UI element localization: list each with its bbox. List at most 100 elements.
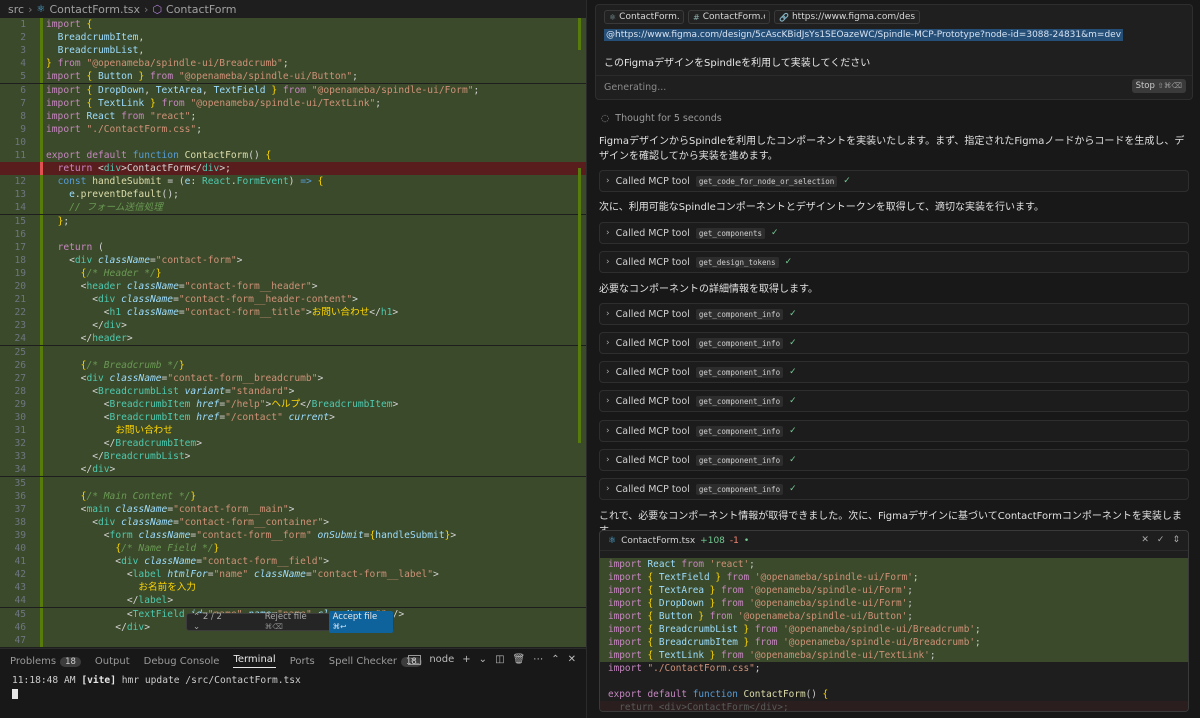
code-line: 38 <div className="contact-form__contain… — [0, 515, 586, 529]
mcp-tool-call[interactable]: › Called MCP tool get_component_info ✓ — [599, 449, 1189, 471]
check-icon[interactable]: ✓ — [1157, 535, 1165, 545]
diff-gutter-mark — [40, 515, 43, 529]
mcp-tool-call[interactable]: › Called MCP tool get_component_info ✓ — [599, 390, 1189, 412]
tool-call-label: Called MCP tool — [615, 454, 690, 466]
diff-gutter-mark — [40, 463, 43, 477]
code-line: 31 お問い合わせ — [0, 424, 586, 438]
code-line: 43 お名前を入力 — [0, 581, 586, 595]
close-icon[interactable]: ✕ — [568, 654, 576, 665]
chip-icon: 🔗 — [779, 12, 789, 22]
diff-gutter-mark — [40, 502, 43, 516]
code-line: 37 <main className="contact-form__main"> — [0, 502, 586, 516]
code-diff-card: ⚛ ContactForm.tsx +108 -1 • ✕ ✓ ⇕ import… — [599, 530, 1189, 712]
diff-gutter-mark — [40, 371, 43, 385]
scrollbar[interactable] — [576, 18, 584, 674]
line-number: 9 — [20, 123, 26, 135]
breadcrumb-symbol[interactable]: ContactForm — [166, 3, 237, 16]
code-line: 44 </label> — [0, 594, 586, 608]
chevron-up-icon[interactable]: ⌃ — [193, 612, 200, 622]
code-text: <div className="contact-form__container"… — [46, 516, 330, 528]
mcp-tool-call[interactable]: › Called MCP tool get_component_info ✓ — [599, 303, 1189, 325]
tool-name: get_component_info — [695, 425, 784, 437]
code-line: 25 — [0, 345, 586, 359]
chat-input-box[interactable]: ⚛ContactForm.tsx #ContactForm.css 🔗https:/… — [595, 4, 1193, 100]
figma-url-mention[interactable]: @https://www.figma.com/design/5cAscKBidJ… — [604, 29, 1124, 41]
code-line: 40 {/* Name Field */} — [0, 542, 586, 556]
context-chip[interactable]: #ContactForm.css — [688, 10, 770, 24]
more-icon[interactable]: ⋯ — [533, 654, 543, 665]
chevron-down-icon[interactable]: ⌄ — [479, 654, 487, 665]
code-line: return <div>ContactForm</div>; — [600, 701, 1188, 711]
prompt-text[interactable]: このFigmaデザインをSpindleを利用して実装してください — [604, 54, 870, 69]
tool-name: get_component_info — [695, 366, 784, 378]
reject-file-button[interactable]: Reject file ⌘⌫ — [265, 612, 323, 632]
context-chip[interactable]: 🔗https://www.figma.com/design/5... — [774, 10, 920, 24]
line-number: 28 — [14, 385, 26, 397]
mcp-tool-call[interactable]: › Called MCP tool get_components ✓ — [599, 222, 1189, 244]
count-badge: 18 — [60, 656, 81, 667]
diff-gutter-mark — [40, 201, 43, 215]
check-icon: ✓ — [843, 176, 851, 186]
expand-icon[interactable]: ⇕ — [1172, 535, 1180, 545]
diff-gutter-mark — [40, 96, 43, 110]
code-line: import { TextArea } from '@openameba/spi… — [600, 584, 1188, 597]
new-terminal-icon[interactable]: + — [462, 654, 470, 665]
mcp-tool-call[interactable]: › Called MCP tool get_component_info ✓ — [599, 478, 1189, 500]
accept-file-button[interactable]: Accept file ⌘↩ — [328, 611, 393, 633]
breadcrumb-folder[interactable]: src — [8, 3, 24, 16]
mcp-tool-call[interactable]: › Called MCP tool get_component_info ✓ — [599, 361, 1189, 383]
editor-pane: src › ⚛ ContactForm.tsx › ⬡ ContactForm … — [0, 0, 586, 718]
code-text: </div> — [46, 464, 116, 476]
diff-gutter-mark — [40, 70, 43, 84]
line-number: 18 — [14, 254, 26, 266]
chevron-up-icon[interactable]: ⌃ — [551, 654, 559, 665]
thought-indicator[interactable]: ◌ Thought for 5 seconds — [601, 113, 722, 124]
diff-gutter-mark — [40, 397, 43, 411]
line-number: 38 — [14, 516, 26, 528]
terminal-name[interactable]: node — [429, 654, 454, 665]
split-terminal-icon[interactable]: ◫ — [495, 654, 504, 665]
context-chip[interactable]: ⚛ContactForm.tsx — [604, 10, 684, 24]
diff-gutter-mark — [40, 633, 43, 647]
diff-gutter-mark — [40, 358, 43, 372]
panel-tab-output[interactable]: Output — [95, 656, 130, 667]
code-text: </label> — [46, 595, 174, 607]
diff-gutter-mark — [40, 450, 43, 464]
mcp-tool-call[interactable]: › Called MCP tool get_component_info ✓ — [599, 332, 1189, 354]
chevron-right-icon: › — [606, 396, 610, 406]
chip-label: ContactForm.tsx — [619, 12, 679, 22]
mcp-tool-call[interactable]: › Called MCP tool get_component_info ✓ — [599, 420, 1189, 442]
code-line: 36 {/* Main Content */} — [0, 489, 586, 503]
code-line: import "./ContactForm.css"; — [608, 663, 761, 674]
code-text: <div className="contact-form"> — [46, 254, 243, 266]
diff-gutter-mark — [40, 581, 43, 595]
code-text: const handleSubmit = (e: React.FormEvent… — [57, 176, 324, 188]
panel-tab-ports[interactable]: Ports — [290, 656, 315, 667]
chevron-down-icon[interactable]: ⌄ — [193, 622, 200, 632]
mcp-tool-call[interactable]: › Called MCP tool get_code_for_node_or_sel… — [599, 170, 1189, 192]
line-number: 32 — [14, 438, 26, 450]
code-editor[interactable]: 1 import {2 BreadcrumbItem, 3 BreadcrumbLi… — [0, 18, 586, 648]
panel-tab-terminal[interactable]: Terminal — [233, 654, 276, 668]
panel-actions: >_ node + ⌄ ◫ 🗑 ⋯ ⌃ ✕ — [407, 654, 576, 665]
panel-tab-debug-console[interactable]: Debug Console — [144, 656, 220, 667]
line-number: 11 — [14, 150, 26, 161]
code-text: {/* Name Field */} — [115, 543, 220, 554]
tool-call-label: Called MCP tool — [615, 337, 690, 349]
code-line: import { Button } from '@openameba/spind… — [600, 610, 1188, 623]
code-text: <BreadcrumbItem href="/contact" current> — [46, 412, 335, 423]
line-number: 7 — [20, 97, 26, 109]
stop-button[interactable]: Stop ⇧⌘⌫ — [1131, 79, 1186, 93]
line-number: 12 — [14, 176, 26, 188]
code-line: return <div>ContactForm</div>; — [0, 162, 586, 176]
line-number: 45 — [14, 608, 26, 620]
terminal-cursor[interactable] — [12, 689, 18, 699]
trash-icon[interactable]: 🗑 — [513, 654, 526, 665]
code-card-filename[interactable]: ContactForm.tsx — [621, 536, 695, 546]
mcp-tool-call[interactable]: › Called MCP tool get_design_tokens ✓ — [599, 251, 1189, 273]
panel-tab-problems[interactable]: Problems 18 — [10, 656, 81, 667]
close-icon[interactable]: ✕ — [1141, 535, 1149, 545]
diff-nav[interactable]: ⌃ 2 / 2 ⌄ — [187, 612, 235, 632]
line-number: 20 — [14, 281, 26, 292]
breadcrumb-file[interactable]: ContactForm.tsx — [49, 3, 140, 16]
